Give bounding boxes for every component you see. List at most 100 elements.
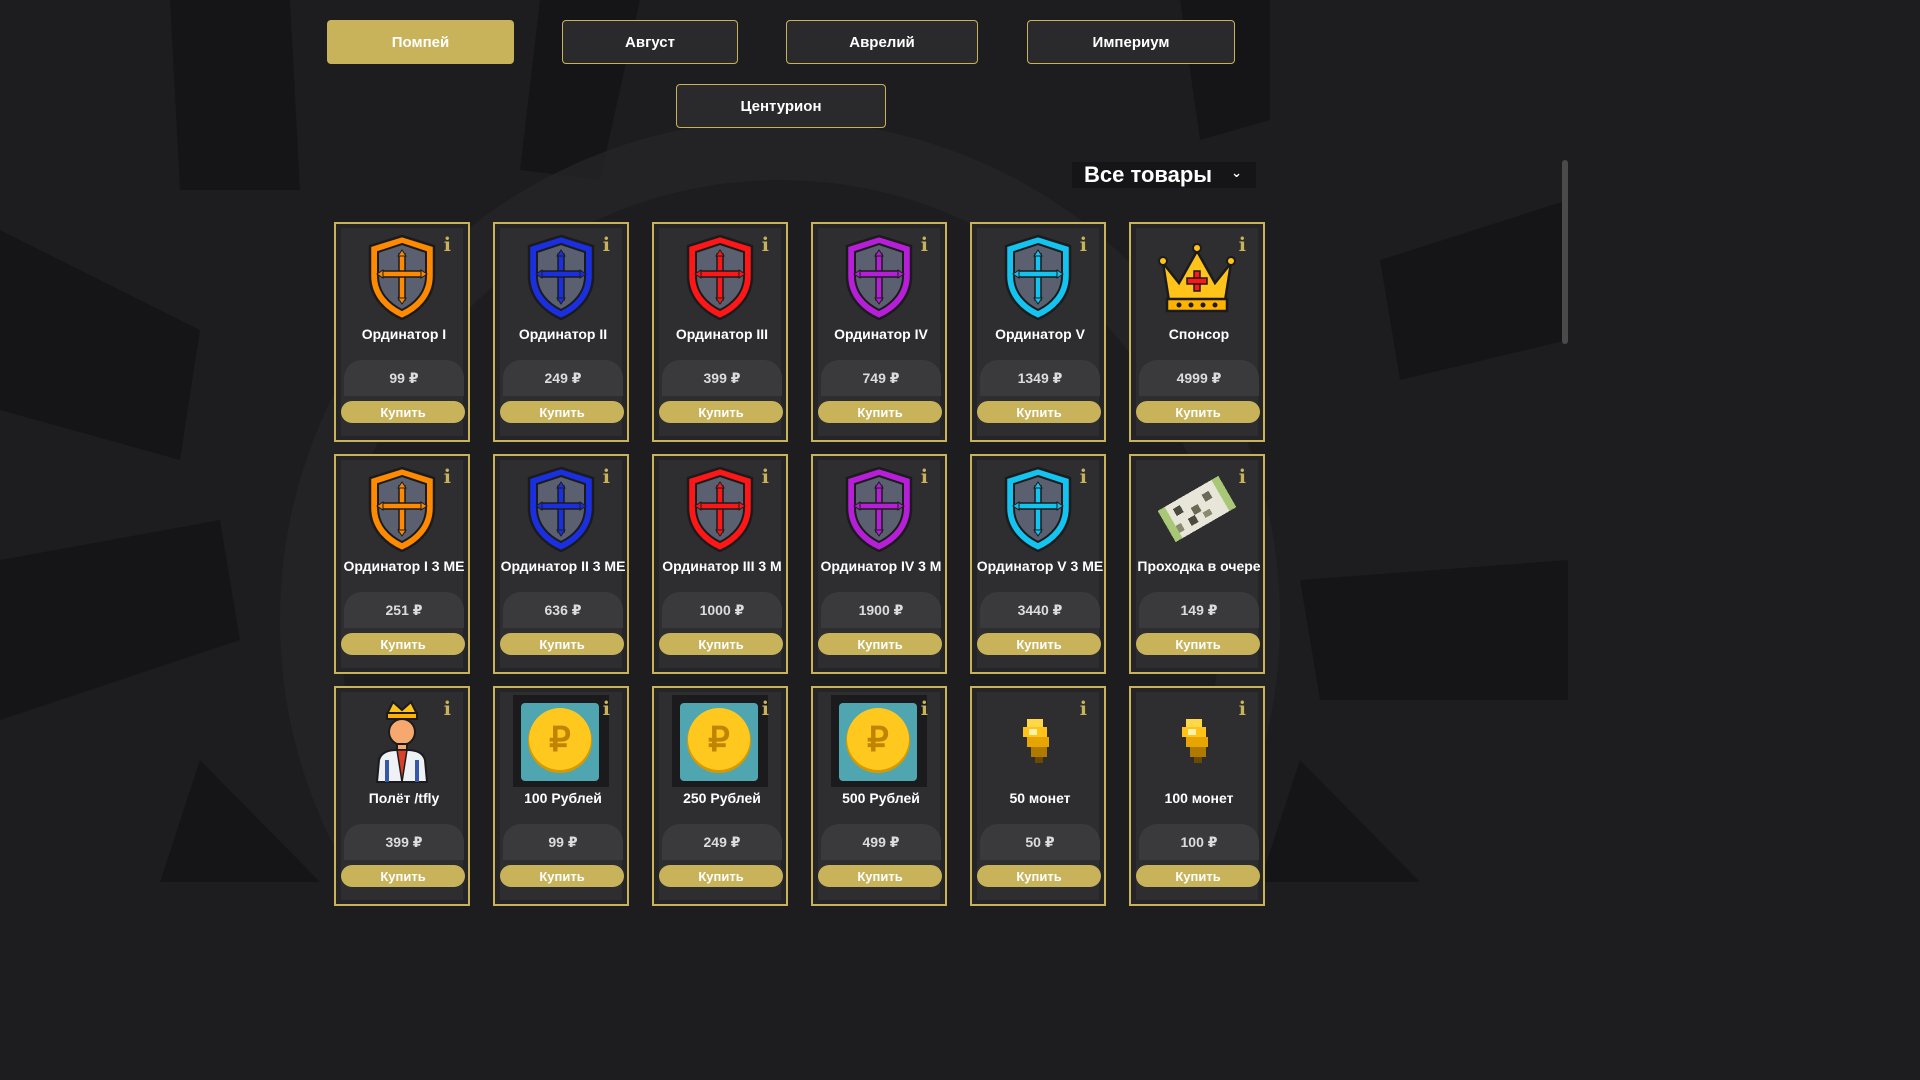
product-card[interactable]: i 50 монет 50 ₽ Купить (970, 686, 1106, 906)
info-icon[interactable]: i (762, 700, 769, 719)
info-icon[interactable]: i (921, 236, 928, 255)
buy-button[interactable]: Купить (977, 401, 1101, 423)
product-name: Ординатор IV (834, 326, 928, 342)
product-name: Ординатор IV 3 М (820, 558, 942, 574)
product-card[interactable]: i Ординатор III 3 М 1000 ₽ Купить (652, 454, 788, 674)
product-card[interactable]: ₽ i 500 Рублей 499 ₽ Купить (811, 686, 947, 906)
king-person-icon (347, 693, 457, 789)
product-name: 100 Рублей (524, 790, 602, 806)
product-grid: i Ординатор I 99 ₽ Купить i Ординатор II 249 ₽… (334, 222, 1265, 906)
buy-button[interactable]: Купить (500, 633, 624, 655)
product-card[interactable]: i Ординатор V 1349 ₽ Купить (970, 222, 1106, 442)
info-icon[interactable]: i (603, 236, 610, 255)
tab-aurelius[interactable]: Аврелий (786, 20, 978, 64)
product-card[interactable]: i Ординатор IV 3 М 1900 ₽ Купить (811, 454, 947, 674)
category-filter-label: Все товары (1084, 162, 1213, 187)
tab-august[interactable]: Август (562, 20, 738, 64)
gold-nugget-icon (1142, 693, 1252, 789)
info-icon[interactable]: i (444, 700, 451, 719)
product-price: 149 ₽ (1180, 602, 1218, 618)
product-card[interactable]: i Ординатор II 3 МЕ 636 ₽ Купить (493, 454, 629, 674)
product-price: 4999 ₽ (1176, 370, 1222, 386)
shield-orange-icon (347, 229, 457, 325)
buy-button[interactable]: Купить (977, 633, 1101, 655)
product-name: Спонсор (1168, 326, 1230, 342)
product-card[interactable]: i Ординатор I 99 ₽ Купить (334, 222, 470, 442)
buy-button[interactable]: Купить (659, 865, 783, 887)
product-name: Ординатор III (675, 326, 769, 342)
info-icon[interactable]: i (603, 468, 610, 487)
product-card[interactable]: i Ординатор IV 749 ₽ Купить (811, 222, 947, 442)
product-card[interactable]: i Проходка в очере 149 ₽ Купить (1129, 454, 1265, 674)
buy-button[interactable]: Купить (659, 401, 783, 423)
info-icon[interactable]: i (444, 468, 451, 487)
shield-orange-icon (347, 461, 457, 557)
buy-button[interactable]: Купить (341, 633, 465, 655)
product-price: 399 ₽ (703, 370, 741, 386)
product-name: 500 Рублей (842, 790, 920, 806)
info-icon[interactable]: i (1239, 700, 1246, 719)
product-price: 251 ₽ (385, 602, 423, 618)
buy-button[interactable]: Купить (977, 865, 1101, 887)
buy-button[interactable]: Купить (1136, 401, 1260, 423)
product-card[interactable]: i Полёт /tfly 399 ₽ Купить (334, 686, 470, 906)
category-filter-select[interactable]: Все товары ⌄ (1072, 162, 1256, 188)
info-icon[interactable]: i (762, 468, 769, 487)
buy-button[interactable]: Купить (1136, 865, 1260, 887)
buy-button[interactable]: Купить (818, 633, 942, 655)
product-price: 3440 ₽ (1017, 602, 1063, 618)
product-name: 250 Рублей (683, 790, 761, 806)
product-card[interactable]: i Ординатор II 249 ₽ Купить (493, 222, 629, 442)
shield-red-icon (665, 229, 775, 325)
shield-blue-icon (506, 229, 616, 325)
product-card[interactable]: i Спонсор 4999 ₽ Купить (1129, 222, 1265, 442)
shield-purple-icon (824, 229, 934, 325)
buy-button[interactable]: Купить (500, 401, 624, 423)
product-name: 100 монет (1164, 790, 1234, 806)
info-icon[interactable]: i (1239, 236, 1246, 255)
product-price: 399 ₽ (385, 834, 423, 850)
product-price: 249 ₽ (544, 370, 582, 386)
ruble-coin-icon: ₽ (506, 693, 616, 789)
buy-button[interactable]: Купить (1136, 633, 1260, 655)
product-card[interactable]: i Ординатор III 399 ₽ Купить (652, 222, 788, 442)
tab-pompey[interactable]: Помпей (327, 20, 514, 64)
info-icon[interactable]: i (1080, 236, 1087, 255)
gold-nugget-icon (983, 693, 1093, 789)
shield-cyan-icon (983, 229, 1093, 325)
product-price: 249 ₽ (703, 834, 741, 850)
product-name: Проходка в очере (1137, 558, 1261, 574)
product-name: Ординатор V 3 МЕ (976, 558, 1104, 574)
product-price: 50 ₽ (1025, 834, 1055, 850)
product-price: 99 ₽ (548, 834, 578, 850)
product-price: 636 ₽ (544, 602, 582, 618)
info-icon[interactable]: i (1239, 468, 1246, 487)
info-icon[interactable]: i (1080, 700, 1087, 719)
info-icon[interactable]: i (444, 236, 451, 255)
product-name: Ординатор I 3 МЕ (343, 558, 465, 574)
info-icon[interactable]: i (603, 700, 610, 719)
info-icon[interactable]: i (1080, 468, 1087, 487)
product-card[interactable]: i Ординатор I 3 МЕ 251 ₽ Купить (334, 454, 470, 674)
product-card[interactable]: i 100 монет 100 ₽ Купить (1129, 686, 1265, 906)
buy-button[interactable]: Купить (341, 865, 465, 887)
buy-button[interactable]: Купить (818, 401, 942, 423)
tab-centurion[interactable]: Центурион (676, 84, 886, 128)
ruble-coin-icon: ₽ (824, 693, 934, 789)
svg-text:₽: ₽ (708, 721, 730, 759)
info-icon[interactable]: i (921, 468, 928, 487)
product-price: 749 ₽ (862, 370, 900, 386)
buy-button[interactable]: Купить (500, 865, 624, 887)
buy-button[interactable]: Купить (818, 865, 942, 887)
product-card[interactable]: ₽ i 250 Рублей 249 ₽ Купить (652, 686, 788, 906)
info-icon[interactable]: i (762, 236, 769, 255)
product-card[interactable]: ₽ i 100 Рублей 99 ₽ Купить (493, 686, 629, 906)
buy-button[interactable]: Купить (341, 401, 465, 423)
info-icon[interactable]: i (921, 700, 928, 719)
product-name: Ординатор II (518, 326, 608, 342)
scrollbar-thumb[interactable] (1562, 160, 1568, 344)
product-card[interactable]: i Ординатор V 3 МЕ 3440 ₽ Купить (970, 454, 1106, 674)
tab-imperium[interactable]: Империум (1027, 20, 1235, 64)
product-price: 1000 ₽ (699, 602, 745, 618)
buy-button[interactable]: Купить (659, 633, 783, 655)
